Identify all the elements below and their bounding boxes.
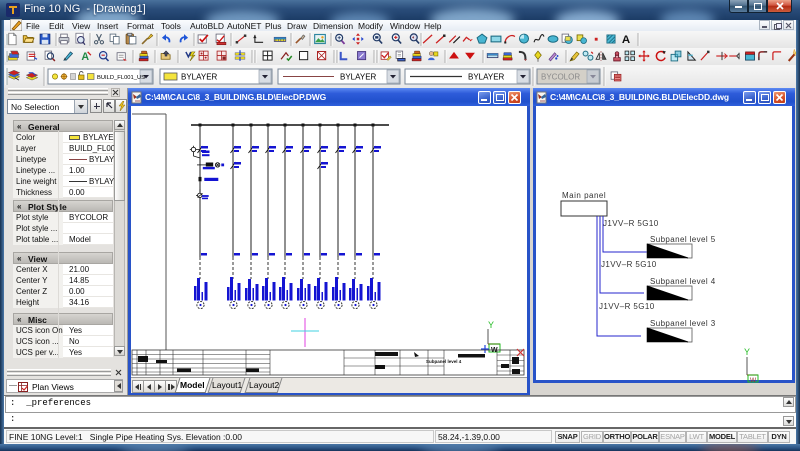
svg-text:BUILD_FL001_US: BUILD_FL001_US bbox=[97, 75, 145, 81]
svg-text:Subpanel level 4: Subpanel level 4 bbox=[426, 359, 462, 364]
svg-text:Y: Y bbox=[488, 320, 494, 330]
svg-text:W: W bbox=[750, 377, 757, 383]
svg-text:J1VV–R 5G10: J1VV–R 5G10 bbox=[599, 302, 655, 311]
svg-text:Main panel: Main panel bbox=[562, 191, 606, 200]
svg-text:BYCOLOR: BYCOLOR bbox=[541, 73, 580, 82]
svg-text:A: A bbox=[622, 34, 630, 46]
svg-text:Subpanel level 4: Subpanel level 4 bbox=[650, 277, 716, 286]
svg-text:Subpanel level 5: Subpanel level 5 bbox=[650, 235, 716, 244]
svg-text:Subpanel level 3: Subpanel level 3 bbox=[650, 319, 716, 328]
svg-text:BYLAYER: BYLAYER bbox=[181, 73, 218, 82]
svg-text:BYLAYER: BYLAYER bbox=[340, 73, 377, 82]
svg-text:J1VV–R 5G10: J1VV–R 5G10 bbox=[603, 219, 659, 228]
svg-text:Y: Y bbox=[744, 347, 750, 357]
svg-text:BYLAYER: BYLAYER bbox=[468, 73, 505, 82]
svg-text:J1VV–R 5G10: J1VV–R 5G10 bbox=[601, 260, 657, 269]
